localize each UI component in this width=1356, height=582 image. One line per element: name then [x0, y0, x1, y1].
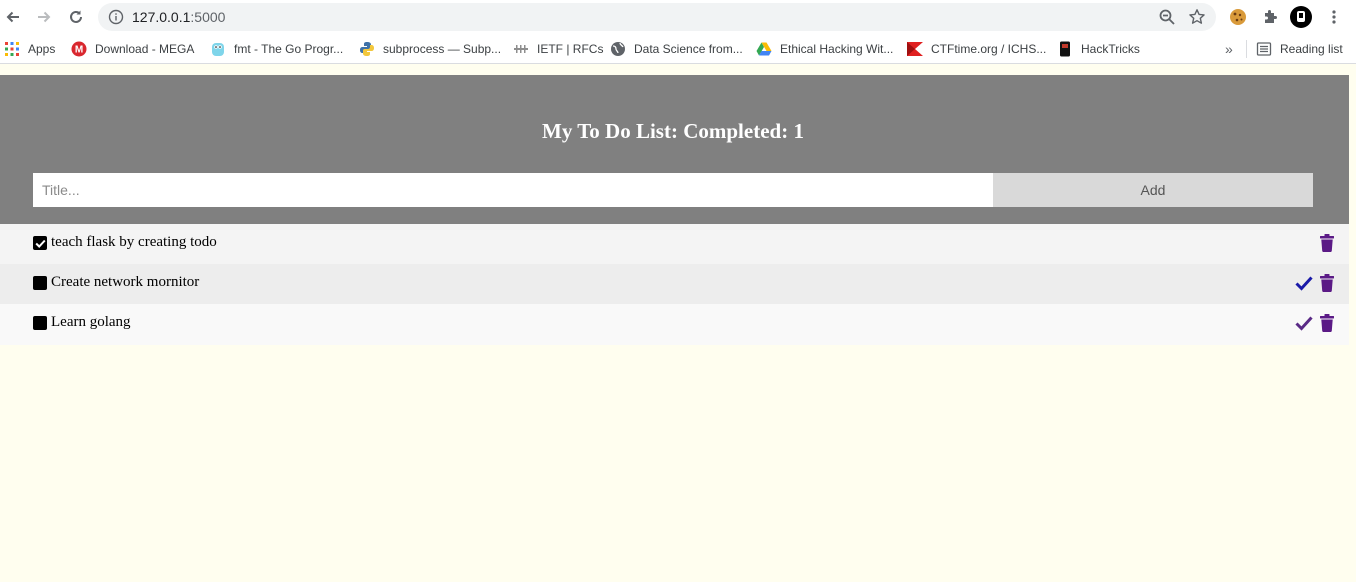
bookmark-label: Data Science from...	[634, 42, 743, 56]
bookmark-label: HackTricks	[1081, 42, 1140, 56]
complete-check-icon[interactable]	[1295, 315, 1313, 331]
todo-checkbox[interactable]	[33, 276, 47, 290]
bookmark-data-science[interactable]: Data Science from...	[610, 40, 743, 58]
todo-item: teach flask by creating todo	[0, 224, 1349, 264]
complete-check-icon[interactable]	[1295, 275, 1313, 291]
bookmark-label: IETF | RFCs	[537, 42, 604, 56]
todo-list: teach flask by creating todo Create netw…	[0, 224, 1349, 345]
bookmark-subprocess[interactable]: subprocess — Subp...	[359, 40, 501, 58]
ctftime-icon	[907, 41, 923, 57]
bookmarks-overflow-button[interactable]: »	[1225, 40, 1233, 58]
bookmark-mega[interactable]: M Download - MEGA	[71, 40, 194, 58]
completed-checkbox[interactable]	[33, 236, 47, 250]
url-port: :5000	[190, 9, 226, 25]
bookmark-label: fmt - The Go Progr...	[234, 42, 344, 56]
bookmark-apps[interactable]: Apps	[4, 40, 55, 58]
back-arrow-icon	[6, 11, 19, 23]
bookmark-ethical-hacking[interactable]: Ethical Hacking Wit...	[756, 40, 893, 58]
mega-icon: M	[71, 41, 87, 57]
profile-avatar-icon	[1290, 6, 1312, 28]
bookmark-hacktricks[interactable]: HackTricks	[1057, 40, 1140, 58]
forward-button[interactable]	[32, 5, 56, 29]
trash-icon[interactable]	[1320, 274, 1334, 292]
trash-icon[interactable]	[1320, 314, 1334, 332]
extensions-button[interactable]	[1259, 6, 1281, 28]
svg-text:M: M	[75, 45, 83, 56]
python-icon	[359, 41, 375, 57]
bookmark-ietf[interactable]: IETF | RFCs	[513, 40, 603, 58]
url-host: 127.0.0.1	[132, 9, 191, 25]
title-input[interactable]	[33, 173, 993, 207]
bookmark-label: Apps	[28, 42, 56, 56]
todo-header: My To Do List: Completed: 1 Add	[0, 75, 1349, 224]
bookmark-go-fmt[interactable]: fmt - The Go Progr...	[210, 40, 343, 58]
hacktricks-icon	[1057, 41, 1073, 57]
page-content: My To Do List: Completed: 1 Add teach fl…	[0, 65, 1356, 582]
reading-list-label: Reading list	[1280, 42, 1343, 56]
apps-grid-icon	[4, 41, 20, 57]
vertical-dots-icon	[1332, 10, 1336, 24]
trash-icon[interactable]	[1320, 234, 1334, 252]
bookmark-label: Ethical Hacking Wit...	[780, 42, 894, 56]
page-title: My To Do List: Completed: 1	[542, 119, 804, 143]
todo-text: teach flask by creating todo	[51, 234, 217, 250]
reload-icon	[70, 10, 82, 23]
bookmark-ctftime[interactable]: CTFtime.org / ICHS...	[907, 40, 1046, 58]
bookmarks-separator	[1246, 40, 1247, 58]
add-button[interactable]: Add	[993, 173, 1313, 207]
reload-button[interactable]	[64, 5, 88, 29]
zoom-icon[interactable]	[1158, 8, 1176, 26]
bookmark-label: CTFtime.org / ICHS...	[931, 42, 1047, 56]
site-info-icon[interactable]	[108, 9, 124, 25]
bookmarks-bar: Apps M Download - MEGA fmt - The Go Prog…	[0, 34, 1356, 64]
reading-list-icon	[1256, 41, 1272, 57]
browser-toolbar: 127.0.0.1:5000	[0, 0, 1356, 34]
todo-checkbox[interactable]	[33, 316, 47, 330]
bookmark-label: subprocess — Subp...	[383, 42, 502, 56]
google-drive-icon	[756, 41, 772, 57]
go-gopher-icon	[210, 41, 226, 57]
profile-avatar-button[interactable]	[1290, 6, 1312, 28]
todo-text: Learn golang	[51, 314, 131, 330]
cookie-extension-button[interactable]	[1227, 6, 1249, 28]
todo-item: Learn golang	[0, 304, 1349, 345]
forward-arrow-icon	[38, 11, 51, 23]
todo-text: Create network mornitor	[51, 274, 200, 290]
url-text: 127.0.0.1:5000	[132, 9, 225, 25]
browser-menu-button[interactable]	[1323, 6, 1345, 28]
globe-icon	[610, 41, 626, 57]
ietf-icon	[513, 41, 529, 57]
reading-list-button[interactable]: Reading list	[1256, 40, 1343, 58]
todo-item: Create network mornitor	[0, 264, 1349, 304]
bookmark-label: Download - MEGA	[95, 42, 195, 56]
overflow-chevron-icon: »	[1225, 41, 1233, 57]
address-bar[interactable]: 127.0.0.1:5000	[98, 3, 1216, 31]
cookie-icon	[1230, 9, 1246, 25]
checkmark-icon	[34, 239, 46, 248]
bookmark-star-icon[interactable]	[1188, 8, 1206, 26]
puzzle-piece-icon	[1265, 10, 1277, 23]
back-button[interactable]	[1, 5, 25, 29]
